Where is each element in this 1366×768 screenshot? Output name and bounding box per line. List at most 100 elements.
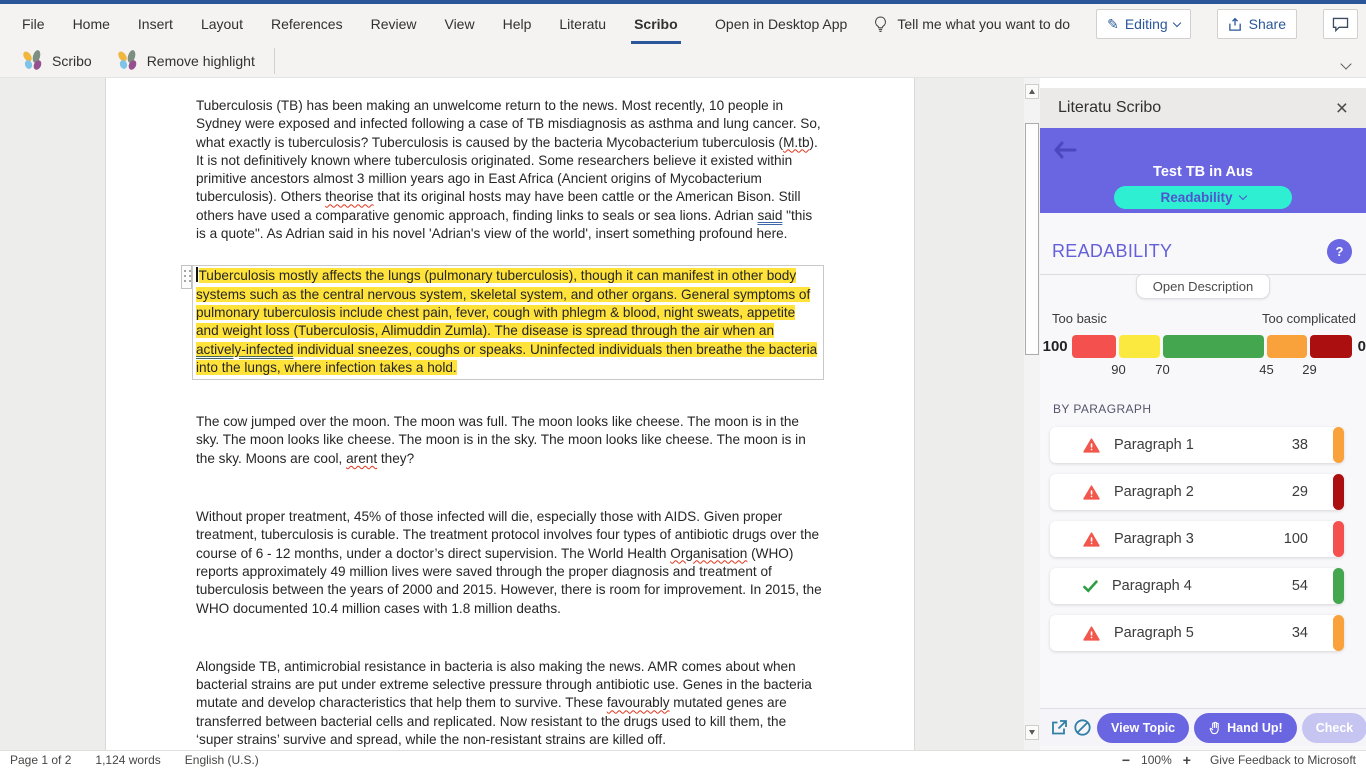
tab-layout[interactable]: Layout — [198, 4, 246, 44]
scroll-up-button[interactable] — [1025, 84, 1039, 99]
score-color-strip — [1333, 474, 1344, 510]
tab-insert[interactable]: Insert — [135, 4, 176, 44]
paragraph-card-score: 29 — [1291, 484, 1308, 500]
help-button[interactable]: ? — [1327, 239, 1352, 264]
word-online-app: File Home Insert Layout References Review View… — [0, 0, 1366, 768]
zoom-out-button[interactable]: − — [1122, 752, 1130, 768]
text-run: Tuberculosis mostly affects the lungs (p… — [196, 268, 811, 339]
tell-me-box[interactable]: Tell me what you want to do — [873, 15, 1071, 33]
page-count[interactable]: Page 1 of 2 — [10, 753, 71, 767]
paragraph-card-label: Paragraph 2 — [1114, 484, 1194, 500]
panel-titlebar: Literatu Scribo × — [1040, 88, 1366, 128]
text-cursor — [196, 267, 198, 283]
hand-icon — [1209, 721, 1219, 734]
zoom-level: 100% — [1141, 752, 1172, 767]
comments-button[interactable] — [1323, 9, 1358, 39]
section-divider: Open Description — [1040, 274, 1366, 299]
tab-view[interactable]: View — [441, 4, 477, 44]
paragraph-card-label: Paragraph 5 — [1114, 625, 1194, 641]
triangle-down-icon — [1029, 730, 1035, 735]
tab-literatu[interactable]: Literatu — [556, 4, 609, 44]
panel-footer: View Topic Hand Up! Check — [1040, 708, 1366, 746]
close-panel-icon[interactable]: × — [1336, 98, 1348, 119]
scribo-ribbon-label: Scribo — [52, 52, 92, 69]
tab-home[interactable]: Home — [70, 4, 113, 44]
paragraph-card-label: Paragraph 1 — [1114, 437, 1194, 453]
share-icon — [1228, 17, 1241, 31]
marked-text: M.tb — [783, 134, 810, 150]
chevron-down-icon — [1172, 18, 1181, 27]
score-color-strip — [1333, 521, 1344, 557]
panel-hero: Test TB in Aus Readability — [1040, 128, 1366, 213]
pencil-icon: ✎ — [1107, 15, 1119, 32]
paragraph-4[interactable]: Without proper treatment, 45% of those i… — [196, 508, 824, 618]
paragraph-card-4[interactable]: Paragraph 4 54 — [1050, 568, 1344, 604]
paragraph-drag-handle[interactable] — [181, 265, 192, 290]
remove-highlight-button[interactable]: Remove highlight — [105, 44, 268, 77]
share-button[interactable]: Share — [1216, 9, 1297, 39]
warning-icon — [1083, 484, 1100, 500]
scroll-down-button[interactable] — [1025, 725, 1039, 740]
paragraph-5[interactable]: Alongside TB, antimicrobial resistance i… — [196, 658, 824, 749]
open-in-desktop-app-button[interactable]: Open in Desktop App — [715, 16, 847, 32]
paragraph-2[interactable]: Tuberculosis mostly affects the lungs (p… — [181, 265, 824, 381]
warning-icon — [1083, 531, 1100, 547]
open-description-button[interactable]: Open Description — [1135, 274, 1271, 299]
paragraph-card-score: 38 — [1291, 437, 1308, 453]
editing-button[interactable]: ✎ Editing — [1096, 9, 1191, 39]
check-button[interactable]: Check — [1301, 712, 1366, 743]
paragraph-card-score: 54 — [1291, 578, 1308, 594]
score-color-strip — [1333, 615, 1344, 651]
paragraph-card-2[interactable]: Paragraph 2 29 — [1050, 474, 1344, 510]
scale-segment — [1266, 335, 1307, 358]
collapse-ribbon-icon[interactable] — [1340, 58, 1352, 70]
paragraph-card-1[interactable]: Paragraph 1 38 — [1050, 427, 1344, 463]
paragraph-card-5[interactable]: Paragraph 5 34 — [1050, 615, 1344, 651]
scribo-ribbon-button[interactable]: Scribo — [10, 44, 105, 77]
zoom-in-button[interactable]: + — [1183, 752, 1191, 768]
back-arrow-icon[interactable] — [1053, 141, 1077, 159]
document-page[interactable]: Tuberculosis (TB) has been making an unw… — [105, 78, 915, 750]
document-text[interactable]: Tuberculosis (TB) has been making an unw… — [181, 97, 824, 750]
marked-text: theorise — [325, 189, 374, 205]
text-run: Tuberculosis (TB) has been making an unw… — [196, 98, 821, 150]
tell-me-label: Tell me what you want to do — [897, 16, 1071, 32]
paragraph-card-label: Paragraph 4 — [1112, 578, 1192, 594]
scribo-logo-icon — [116, 49, 138, 72]
marked-text: arent — [346, 450, 378, 466]
tab-review[interactable]: Review — [368, 4, 420, 44]
readability-dropdown-label: Readability — [1160, 190, 1233, 205]
tab-file[interactable]: File — [19, 4, 48, 44]
tab-scribo[interactable]: Scribo — [631, 4, 681, 44]
paragraph-1[interactable]: Tuberculosis (TB) has been making an unw… — [196, 97, 824, 243]
word-count[interactable]: 1,124 words — [95, 753, 160, 767]
scale-right-label: Too complicated — [1262, 311, 1356, 326]
scale-min-label: 100 — [1042, 338, 1068, 355]
tab-help[interactable]: Help — [500, 4, 535, 44]
document-canvas: Tuberculosis (TB) has been making an unw… — [0, 78, 1040, 750]
remove-highlight-label: Remove highlight — [146, 52, 255, 69]
feedback-link[interactable]: Give Feedback to Microsoft — [1210, 753, 1356, 767]
paragraph-card-score: 100 — [1283, 531, 1308, 547]
block-icon[interactable] — [1073, 718, 1092, 737]
tab-references[interactable]: References — [268, 4, 346, 44]
paragraph-card-label: Paragraph 3 — [1114, 531, 1194, 547]
scale-tick-label: 45 — [1259, 362, 1274, 377]
scrollbar-thumb[interactable] — [1025, 123, 1039, 355]
hand-up-button[interactable]: Hand Up! — [1194, 712, 1297, 743]
open-external-icon[interactable] — [1050, 719, 1068, 737]
paragraph-card-3[interactable]: Paragraph 3 100 — [1050, 521, 1344, 557]
view-topic-label: View Topic — [1111, 720, 1176, 735]
scale-tick-label: 70 — [1155, 362, 1170, 377]
document-scrollbar[interactable] — [1024, 78, 1040, 750]
view-topic-button[interactable]: View Topic — [1097, 712, 1190, 743]
scale-tick-label: 29 — [1302, 362, 1317, 377]
language-selector[interactable]: English (U.S.) — [185, 753, 259, 767]
hand-up-label: Hand Up! — [1227, 720, 1283, 735]
warning-icon — [1083, 437, 1100, 453]
scribo-panel: Literatu Scribo × Test TB in Aus Readabi… — [1040, 78, 1366, 750]
readability-dropdown[interactable]: Readability — [1114, 186, 1292, 209]
ribbon: Scribo Remove highlight — [0, 44, 1366, 78]
paragraph-3[interactable]: The cow jumped over the moon. The moon w… — [196, 413, 824, 468]
score-color-strip — [1333, 427, 1344, 463]
